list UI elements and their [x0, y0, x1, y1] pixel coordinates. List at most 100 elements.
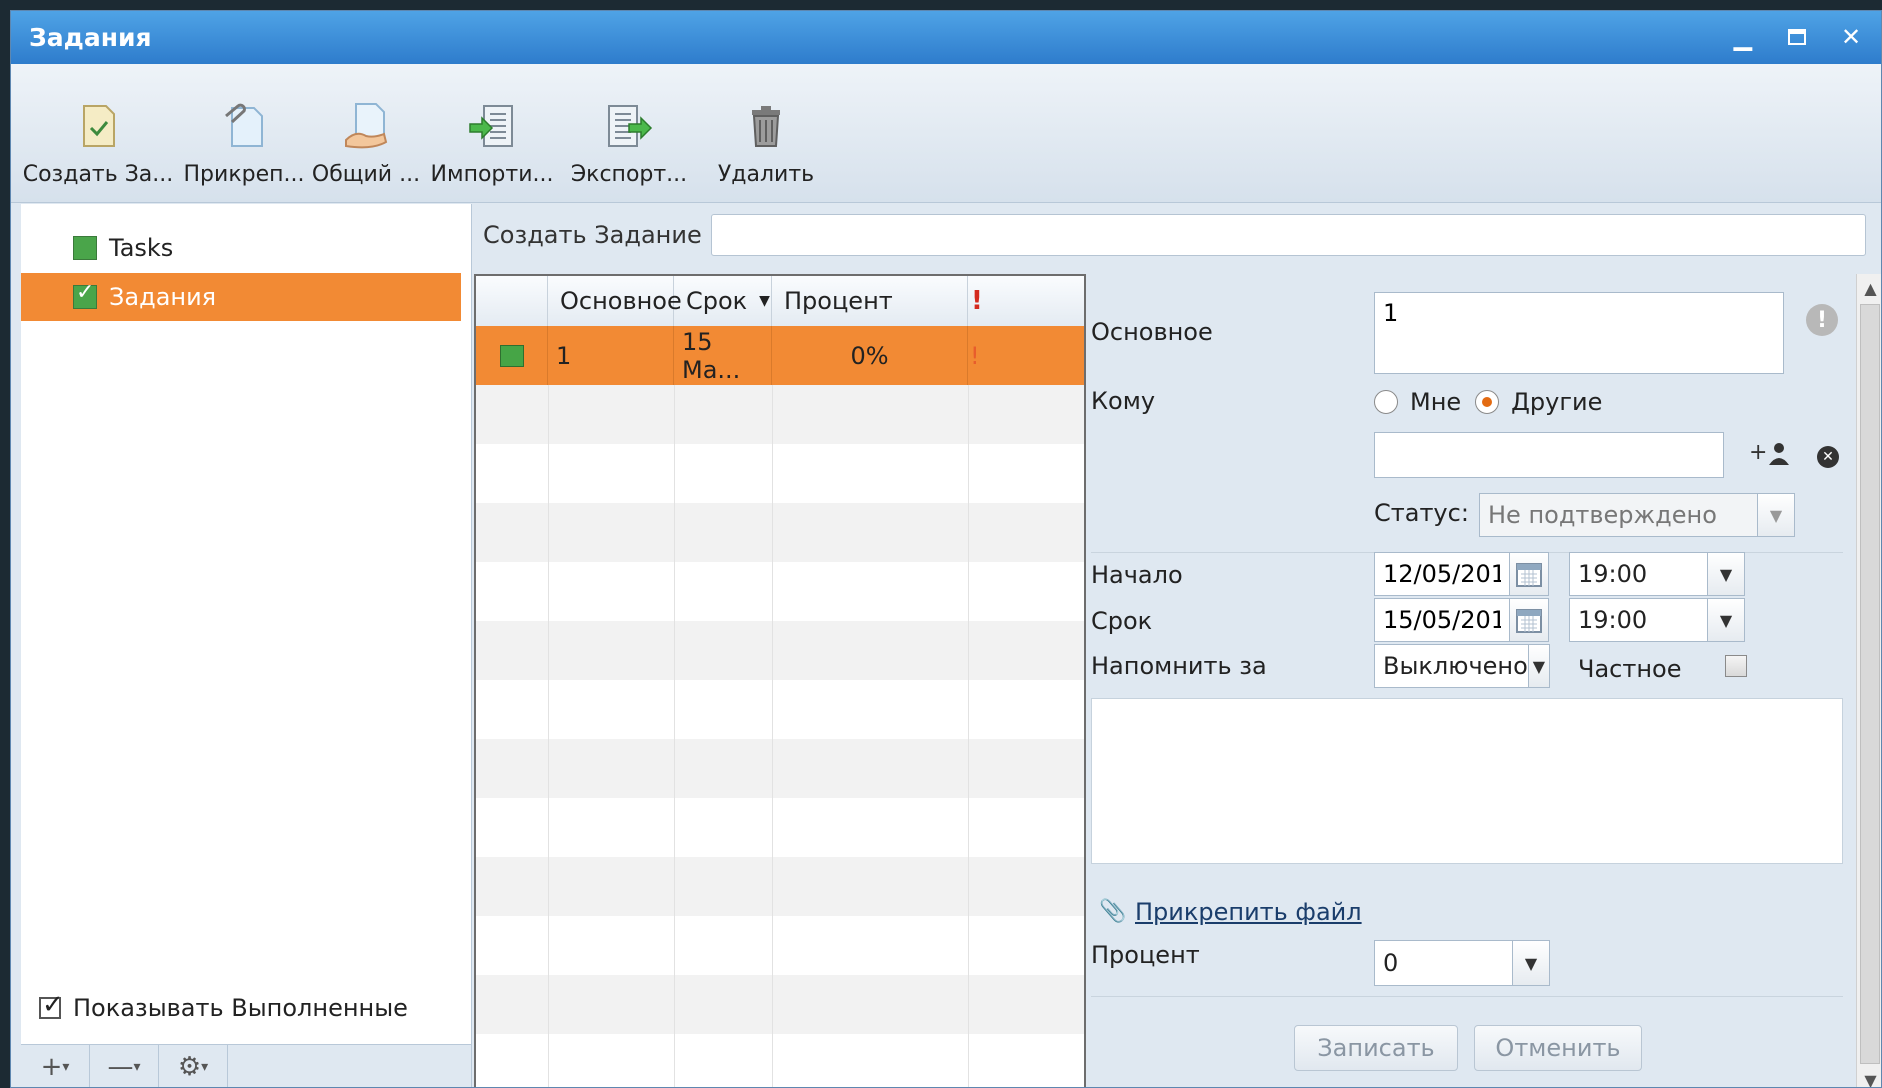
tree-item-zadaniya[interactable]: Задания: [21, 273, 461, 321]
empty-row: [476, 385, 1084, 444]
scroll-thumb[interactable]: [1860, 304, 1880, 1064]
show-completed-checkbox[interactable]: [39, 990, 64, 1020]
subject-field[interactable]: 1: [1374, 292, 1784, 374]
start-time-select[interactable]: 19:00 ▼: [1569, 552, 1745, 596]
share-icon: [345, 103, 388, 149]
paperclip-icon: 📎: [1099, 899, 1127, 924]
subject-label: Основное: [1091, 318, 1213, 346]
delete-button[interactable]: Удалить: [701, 64, 831, 202]
table-row[interactable]: 1 15 Ма... 0% !: [476, 326, 1084, 385]
toolbar: Создать За... Прикреп... Общий ... Импор…: [11, 64, 1881, 203]
import-icon: [469, 105, 513, 147]
tasks-window: Задания ▁ ✕ Создать За... Прикреп... Общ…: [10, 10, 1882, 1088]
add-user-icon[interactable]: +: [1749, 440, 1791, 465]
task-icon: [499, 344, 524, 367]
tree-item-label: Задания: [109, 283, 217, 311]
attach-button[interactable]: Прикреп...: [179, 64, 309, 202]
sort-desc-icon: ▼: [759, 293, 770, 309]
attach-label: Прикреп...: [183, 162, 305, 187]
clear-recipient-icon[interactable]: ✕: [1817, 446, 1839, 468]
col-status-header[interactable]: [476, 276, 548, 326]
empty-row: [476, 1034, 1084, 1087]
export-icon: [608, 105, 653, 147]
notes-field[interactable]: [1091, 698, 1843, 864]
start-time-value: 19:00: [1578, 560, 1648, 588]
attach-file-link[interactable]: Прикрепить файл: [1135, 898, 1362, 926]
recipient-input[interactable]: [1374, 432, 1724, 478]
radio-others-label: Другие: [1511, 388, 1603, 416]
task-grid: Основное Срок ▼ Процент ! 1 15 Ма... 0% …: [474, 274, 1086, 1087]
remind-select[interactable]: Выключено ▼: [1374, 644, 1550, 688]
status-label: Статус:: [1374, 499, 1469, 527]
import-label: Импорти...: [430, 162, 554, 187]
chevron-down-icon: ▼: [1527, 645, 1549, 687]
cancel-button[interactable]: Отменить: [1474, 1025, 1642, 1071]
empty-row: [476, 798, 1084, 857]
calendar-icon[interactable]: [1509, 598, 1549, 642]
percent-label: Процент: [1091, 941, 1200, 969]
import-button[interactable]: Импорти...: [424, 64, 560, 202]
percent-select[interactable]: 0 ▼: [1374, 940, 1550, 986]
recipient-radio-group: Мне Другие: [1374, 388, 1602, 416]
radio-me[interactable]: [1374, 390, 1398, 414]
col-subject-header[interactable]: Основное: [548, 276, 682, 326]
maximize-icon[interactable]: [1781, 21, 1813, 53]
remind-value: Выключено: [1383, 652, 1528, 680]
empty-row: [476, 975, 1084, 1034]
due-date-field[interactable]: [1374, 598, 1510, 642]
col-due-label: Срок: [686, 287, 748, 315]
create-task-button[interactable]: Создать За...: [23, 64, 173, 202]
empty-row: [476, 857, 1084, 916]
empty-row: [476, 562, 1084, 621]
col-priority-header[interactable]: !: [968, 276, 988, 326]
remove-list-button[interactable]: — ▾: [90, 1045, 159, 1087]
calendar-icon[interactable]: [1509, 552, 1549, 596]
empty-row: [476, 444, 1084, 503]
delete-label: Удалить: [717, 162, 815, 187]
task-list-icon: [73, 236, 97, 260]
task-list-checked-icon: [73, 280, 97, 309]
status-select[interactable]: Не подтверждено ▼: [1479, 493, 1795, 537]
to-label: Кому: [1091, 387, 1156, 415]
empty-row: [476, 503, 1084, 562]
show-completed-toggle[interactable]: Показывать Выполненные: [39, 990, 408, 1022]
radio-others[interactable]: [1475, 390, 1500, 414]
share-button[interactable]: Общий ...: [303, 64, 429, 202]
scroll-down-icon[interactable]: ▼: [1857, 1066, 1881, 1088]
percent-value: 0: [1383, 949, 1399, 977]
new-task-icon: [83, 105, 115, 147]
empty-row: [476, 680, 1084, 739]
close-icon[interactable]: ✕: [1835, 21, 1867, 53]
start-date-field[interactable]: [1374, 552, 1510, 596]
gear-icon[interactable]: ⚙ ▾: [159, 1045, 228, 1087]
grid-header: Основное Срок ▼ Процент !: [476, 276, 1084, 327]
remind-label: Напомнить за: [1091, 652, 1267, 680]
trash-icon: [752, 106, 780, 147]
task-percent-cell: 0%: [772, 326, 968, 385]
save-button[interactable]: Записать: [1294, 1025, 1458, 1071]
task-status-cell: [476, 326, 548, 385]
status-value: Не подтверждено: [1488, 501, 1717, 529]
attach-icon: [225, 103, 263, 147]
due-time-select[interactable]: 19:00 ▼: [1569, 598, 1745, 642]
minimize-icon[interactable]: ▁: [1727, 21, 1759, 53]
radio-me-label: Мне: [1410, 388, 1462, 416]
chevron-down-icon: ▼: [1512, 941, 1549, 985]
tree-actions-bar: + ▾ — ▾ ⚙ ▾: [21, 1044, 471, 1087]
private-label: Частное: [1578, 655, 1682, 683]
tree-item-tasks[interactable]: Tasks: [21, 224, 461, 272]
chevron-down-icon: ▼: [1707, 553, 1744, 595]
col-due-header[interactable]: Срок ▼: [674, 276, 772, 326]
scroll-up-icon[interactable]: ▲: [1857, 274, 1881, 302]
col-percent-header[interactable]: Процент: [772, 276, 968, 326]
empty-row: [476, 916, 1084, 975]
add-list-button[interactable]: + ▾: [21, 1045, 90, 1087]
title-bar: Задания ▁ ✕: [11, 11, 1881, 64]
priority-icon[interactable]: !: [1806, 304, 1838, 336]
chevron-down-icon: ▼: [1707, 599, 1744, 641]
task-priority-cell: !: [970, 341, 980, 370]
export-button[interactable]: Экспорт...: [559, 64, 699, 202]
quick-create-input[interactable]: [711, 214, 1866, 256]
private-checkbox[interactable]: [1725, 655, 1747, 677]
form-scrollbar[interactable]: ▲ ▼: [1856, 274, 1881, 1088]
